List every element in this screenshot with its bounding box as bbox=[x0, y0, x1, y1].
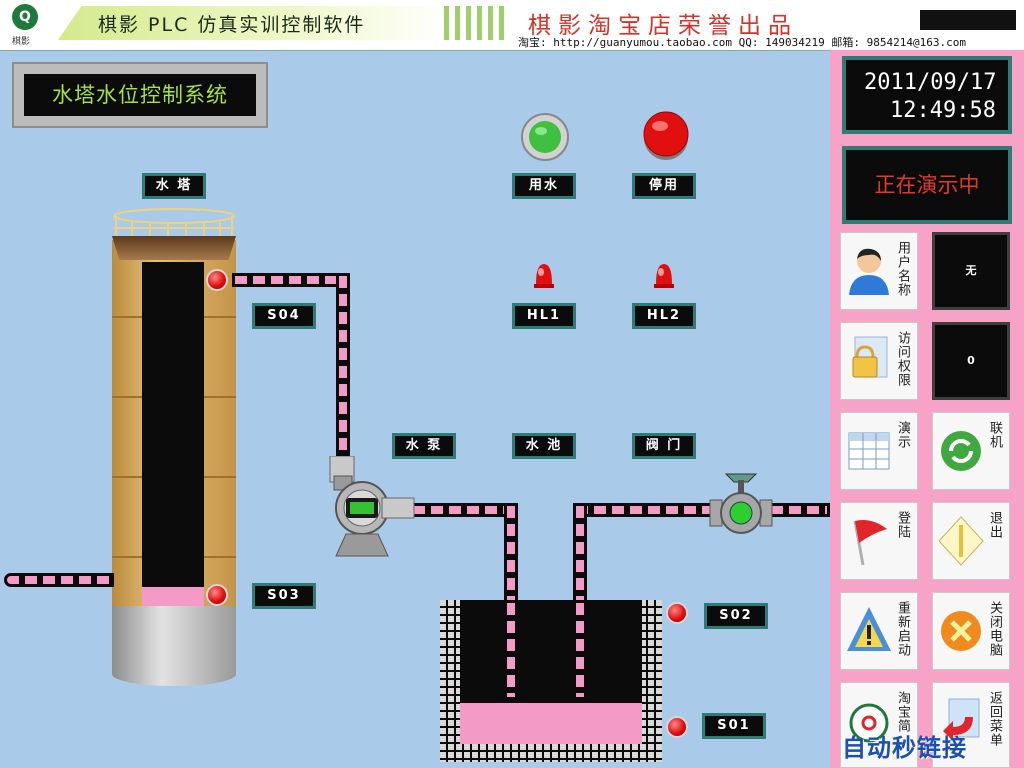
clock-display: 2011/09/17 12:49:58 bbox=[842, 56, 1012, 134]
demo-status: 正在演示中 bbox=[842, 146, 1012, 224]
user-name-tile[interactable]: 用户名称 bbox=[840, 232, 918, 310]
shutdown-button[interactable]: 关闭电脑 bbox=[932, 592, 1010, 670]
clock-date: 2011/09/17 bbox=[864, 70, 997, 95]
logo-text: 棋影 bbox=[12, 37, 31, 47]
tower-top-pipe bbox=[232, 273, 350, 287]
pool-inner-pipe bbox=[504, 600, 518, 700]
vertical-pipe-to-pump bbox=[336, 273, 350, 471]
taobao-label: 淘宝简 bbox=[895, 691, 910, 733]
sensor-s04-icon bbox=[206, 269, 228, 291]
label-hl2: HL2 bbox=[632, 303, 696, 329]
tower-tank bbox=[142, 262, 204, 612]
hl2-lamp-icon bbox=[654, 264, 674, 288]
exit-label: 退出 bbox=[987, 511, 1002, 539]
warning-icon bbox=[847, 607, 891, 651]
access-label: 访问权限 bbox=[895, 331, 910, 387]
use-water-button[interactable] bbox=[520, 112, 570, 162]
sensor-s01-icon bbox=[666, 716, 688, 738]
back-menu-label: 返回菜单 bbox=[987, 691, 1002, 747]
label-s04: S04 bbox=[252, 303, 316, 329]
table-icon bbox=[848, 432, 890, 470]
clock-time: 12:49:58 bbox=[890, 98, 996, 123]
exit-button[interactable]: 退出 bbox=[932, 502, 1010, 580]
online-button[interactable]: 联机 bbox=[932, 412, 1010, 490]
label-s03: S03 bbox=[252, 583, 316, 609]
close-icon bbox=[941, 611, 981, 651]
online-label: 联机 bbox=[987, 421, 1002, 449]
refresh-icon bbox=[941, 431, 981, 471]
valve-inlet-pipe bbox=[573, 503, 713, 517]
sensor-s02-icon bbox=[666, 602, 688, 624]
shutdown-label: 关闭电脑 bbox=[987, 601, 1002, 657]
restart-button[interactable]: 重新启动 bbox=[840, 592, 918, 670]
header-stripes bbox=[444, 6, 510, 40]
valve-outlet-pipe bbox=[768, 503, 830, 517]
header-bar: Q 棋影 棋影 PLC 仿真实训控制软件 棋影淘宝店荣誉出品 淘宝: http:… bbox=[0, 0, 1024, 51]
user-name-label: 用户名称 bbox=[895, 241, 910, 297]
tower-railing bbox=[113, 208, 235, 238]
tower-base bbox=[112, 606, 236, 686]
flag-icon bbox=[853, 520, 887, 566]
demo-button[interactable]: 演示 bbox=[840, 412, 918, 490]
label-water-tower: 水 塔 bbox=[142, 173, 206, 199]
system-title-frame: 水塔水位控制系统 bbox=[12, 62, 268, 128]
label-use-water: 用水 bbox=[512, 173, 576, 199]
pool-inner-pipe bbox=[573, 600, 587, 700]
label-pool: 水 池 bbox=[512, 433, 576, 459]
stop-button[interactable] bbox=[640, 110, 692, 162]
pool-water-level bbox=[460, 703, 642, 744]
header-black-box bbox=[920, 10, 1016, 30]
demo-label: 演示 bbox=[895, 421, 910, 449]
inlet-pipe bbox=[4, 573, 114, 587]
app-title: 棋影 PLC 仿真实训控制软件 bbox=[98, 14, 366, 36]
user-name-value: 无 bbox=[932, 232, 1010, 310]
contact-line: 淘宝: http://guanyumou.taobao.com QQ: 1490… bbox=[518, 36, 966, 49]
pump-icon[interactable] bbox=[326, 456, 418, 562]
access-value: 0 bbox=[932, 322, 1010, 400]
label-s02: S02 bbox=[704, 603, 768, 629]
restart-label: 重新启动 bbox=[895, 601, 910, 657]
tower-roof bbox=[112, 236, 236, 260]
hl1-lamp-icon bbox=[534, 264, 554, 288]
label-s01: S01 bbox=[702, 713, 766, 739]
watermark: 自动秒链接 bbox=[842, 734, 967, 762]
exit-icon bbox=[939, 516, 984, 566]
pump-outlet-pipe bbox=[410, 503, 518, 517]
login-label: 登陆 bbox=[895, 511, 910, 539]
label-valve: 阀 门 bbox=[632, 433, 696, 459]
label-pump: 水 泵 bbox=[392, 433, 456, 459]
logo-mark-icon: Q bbox=[12, 4, 38, 30]
sensor-s03-icon bbox=[206, 584, 228, 606]
system-title: 水塔水位控制系统 bbox=[24, 74, 256, 116]
label-stop: 停用 bbox=[632, 173, 696, 199]
login-button[interactable]: 登陆 bbox=[840, 502, 918, 580]
valve-icon[interactable] bbox=[708, 468, 774, 534]
lock-icon bbox=[852, 336, 888, 378]
user-icon bbox=[849, 248, 889, 295]
label-hl1: HL1 bbox=[512, 303, 576, 329]
logo: Q 棋影 bbox=[8, 4, 42, 47]
access-tile[interactable]: 访问权限 bbox=[840, 322, 918, 400]
